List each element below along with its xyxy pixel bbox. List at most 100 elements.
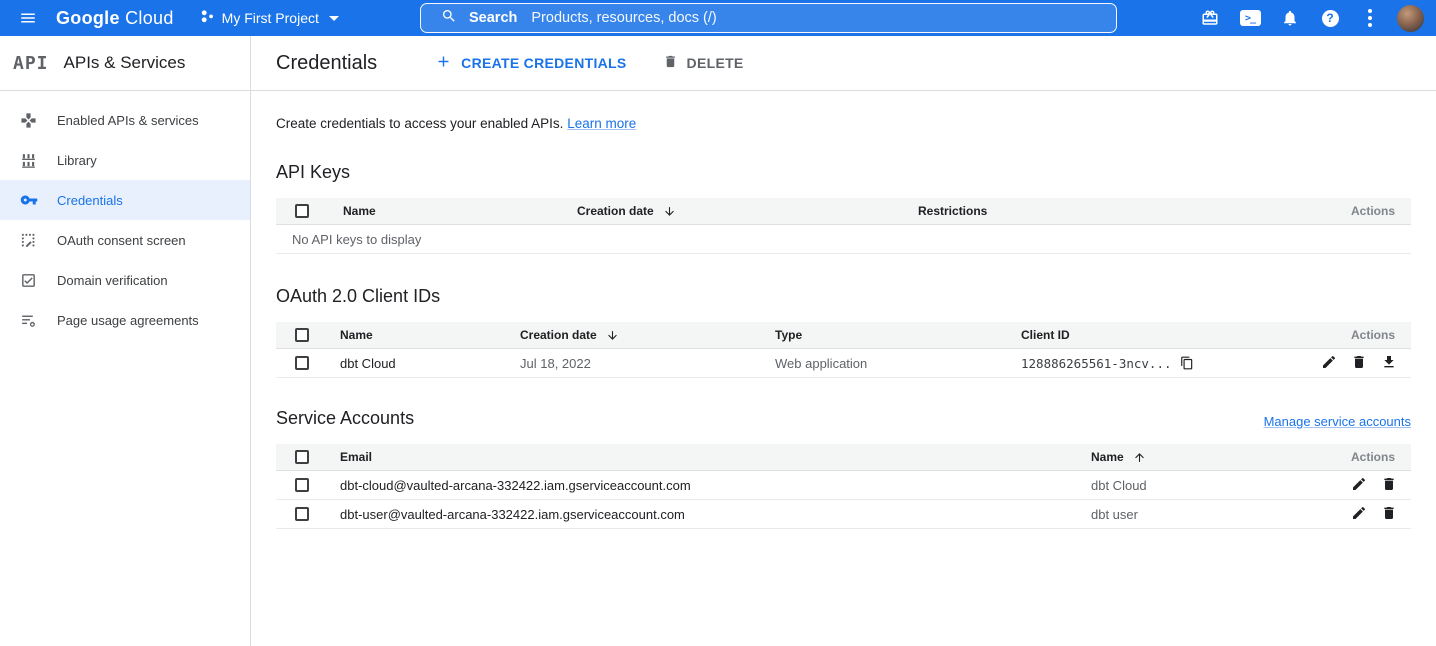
column-header-actions: Actions	[1351, 450, 1411, 464]
column-header-actions: Actions	[1351, 204, 1411, 218]
service-account-email: dbt-cloud@vaulted-arcana-332422.iam.gser…	[340, 478, 1091, 493]
sidebar-item-enabled-apis[interactable]: Enabled APIs & services	[0, 100, 250, 140]
manage-service-accounts-link[interactable]: Manage service accounts	[1264, 414, 1411, 429]
row-actions	[1351, 476, 1411, 495]
sidebar-nav: Enabled APIs & services Library Credenti…	[0, 91, 250, 340]
oauth-table-header: Name Creation date Type Client ID Action…	[276, 322, 1411, 349]
project-name: My First Project	[222, 10, 319, 26]
plus-icon	[435, 53, 452, 73]
service-account-name: dbt Cloud	[1091, 478, 1351, 493]
edit-pencil-icon[interactable]	[1351, 505, 1367, 524]
menu-icon[interactable]	[0, 0, 56, 36]
search-input[interactable]: Search Products, resources, docs (/)	[420, 3, 1117, 33]
page-title: Credentials	[276, 52, 377, 75]
column-header-client-id[interactable]: Client ID	[1021, 328, 1351, 342]
service-accounts-section-header: Service Accounts Manage service accounts	[276, 408, 1411, 429]
download-icon[interactable]	[1381, 354, 1397, 373]
edit-pencil-icon[interactable]	[1351, 476, 1367, 495]
oauth-client-creation-date: Jul 18, 2022	[520, 356, 775, 371]
help-icon[interactable]: ?	[1310, 0, 1350, 36]
more-vert-icon[interactable]	[1350, 0, 1390, 36]
page-shell: API APIs & Services Enabled APIs & servi…	[0, 36, 1436, 646]
key-icon	[0, 191, 57, 209]
row-actions	[1321, 354, 1411, 373]
oauth-client-id-cell: 128886265561-3ncv...	[1021, 356, 1321, 371]
oauth-client-type: Web application	[775, 356, 1021, 371]
create-credentials-button[interactable]: CREATE CREDENTIALS	[435, 53, 626, 73]
trash-icon	[663, 54, 678, 72]
api-keys-section-header: API Keys	[276, 162, 1411, 183]
learn-more-link[interactable]: Learn more	[567, 116, 636, 131]
intro-text-line: Create credentials to access your enable…	[276, 116, 1411, 131]
sidebar-item-library[interactable]: Library	[0, 140, 250, 180]
service-accounts-table: Email Name Actions dbt-cloud@vaulted-arc…	[276, 444, 1411, 529]
top-app-bar: Google Cloud My First Project Search Pro…	[0, 0, 1436, 36]
domain-verification-icon	[0, 272, 57, 289]
page-usage-icon	[0, 312, 57, 329]
main-content: Credentials CREATE CREDENTIALS DELETE Cr…	[251, 36, 1436, 646]
row-checkbox[interactable]	[295, 507, 309, 521]
api-keys-empty-row: No API keys to display	[276, 225, 1411, 254]
intro-text: Create credentials to access your enable…	[276, 116, 563, 131]
copy-icon[interactable]	[1180, 356, 1194, 370]
column-header-label: Creation date	[520, 328, 597, 342]
select-all-checkbox[interactable]	[295, 328, 309, 342]
sidebar-item-credentials[interactable]: Credentials	[0, 180, 250, 220]
sidebar-item-domain-verification[interactable]: Domain verification	[0, 260, 250, 300]
service-account-name: dbt user	[1091, 507, 1351, 522]
column-header-creation-date[interactable]: Creation date	[520, 328, 775, 342]
gift-icon[interactable]	[1190, 0, 1230, 36]
column-header-restrictions[interactable]: Restrictions	[918, 204, 1351, 218]
column-header-name[interactable]: Name	[1091, 450, 1351, 464]
sidebar-item-oauth-consent[interactable]: OAuth consent screen	[0, 220, 250, 260]
select-all-cell	[276, 328, 340, 342]
edit-pencil-icon[interactable]	[1321, 354, 1337, 373]
api-keys-table: Name Creation date Restrictions Actions …	[276, 198, 1411, 254]
select-all-checkbox[interactable]	[295, 204, 309, 218]
delete-button[interactable]: DELETE	[663, 54, 744, 72]
delete-trash-icon[interactable]	[1381, 476, 1397, 495]
delete-trash-icon[interactable]	[1351, 354, 1367, 373]
sort-desc-arrow-icon	[606, 329, 619, 342]
sidebar-header: API APIs & Services	[0, 36, 250, 91]
select-all-cell	[276, 204, 343, 218]
column-header-creation-date[interactable]: Creation date	[577, 204, 918, 218]
more-vert-dots	[1368, 9, 1372, 27]
sidebar-item-label: Page usage agreements	[57, 313, 199, 328]
project-selector[interactable]: My First Project	[194, 9, 345, 27]
row-checkbox[interactable]	[295, 356, 309, 370]
oauth-section-header: OAuth 2.0 Client IDs	[276, 286, 1411, 307]
search-placeholder: Products, resources, docs (/)	[531, 10, 716, 26]
delete-trash-icon[interactable]	[1381, 505, 1397, 524]
topbar-actions: >_ ?	[1190, 0, 1430, 36]
delete-label: DELETE	[687, 55, 744, 71]
sidebar-item-page-usage-agreements[interactable]: Page usage agreements	[0, 300, 250, 340]
logo-cloud: Cloud	[125, 8, 174, 28]
account-avatar-button[interactable]	[1390, 0, 1430, 36]
project-icon	[200, 9, 215, 27]
row-checkbox[interactable]	[295, 478, 309, 492]
service-accounts-title: Service Accounts	[276, 408, 414, 429]
column-header-email[interactable]: Email	[340, 450, 1091, 464]
google-cloud-logo[interactable]: Google Cloud	[56, 8, 174, 29]
search-icon	[441, 8, 457, 29]
row-select-cell	[276, 507, 340, 521]
table-row: dbt-user@vaulted-arcana-332422.iam.gserv…	[276, 500, 1411, 529]
notifications-bell-icon[interactable]	[1270, 0, 1310, 36]
content-area: Create credentials to access your enable…	[251, 116, 1436, 529]
oauth-client-name: dbt Cloud	[340, 356, 520, 371]
logo-google: Google	[56, 8, 120, 28]
select-all-checkbox[interactable]	[295, 450, 309, 464]
column-header-label: Name	[1091, 450, 1124, 464]
cloud-shell-icon[interactable]: >_	[1230, 0, 1270, 36]
sidebar-title: APIs & Services	[64, 53, 186, 73]
column-header-name[interactable]: Name	[343, 204, 577, 218]
column-header-name[interactable]: Name	[340, 328, 520, 342]
column-header-type[interactable]: Type	[775, 328, 1021, 342]
search-label: Search	[469, 10, 517, 26]
column-header-actions: Actions	[1351, 328, 1411, 342]
avatar	[1397, 5, 1424, 32]
row-actions	[1351, 505, 1411, 524]
api-keys-empty-text: No API keys to display	[276, 232, 421, 247]
sidebar-item-label: Library	[57, 153, 97, 168]
